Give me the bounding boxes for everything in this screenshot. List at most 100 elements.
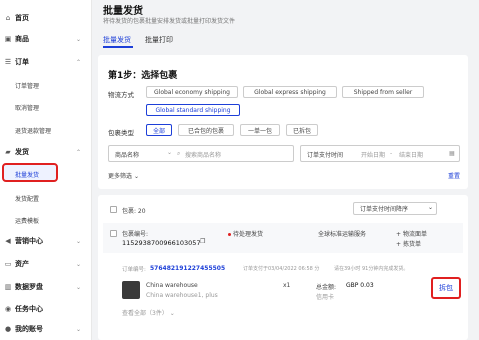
- package-type-merged[interactable]: 已合包的包裹: [178, 124, 234, 136]
- view-all-label: 查看全部（3件）: [122, 310, 168, 317]
- view-all-items-link[interactable]: 查看全部（3件） ⌄: [122, 308, 175, 317]
- product-search-group: 商品名称 ⌄ ⌕ 搜索商品名称: [108, 145, 294, 162]
- sidebar-subitem-batch-ship[interactable]: 批量发货: [15, 170, 39, 179]
- search-field-select[interactable]: 商品名称: [115, 150, 139, 159]
- sidebar-item-label: 我的账号: [15, 325, 43, 333]
- date-range-label: 订单支付时间: [307, 152, 344, 159]
- sidebar-subitem-order-manage[interactable]: 订单管理: [15, 81, 39, 90]
- chevron-down-icon: ⌄: [76, 237, 82, 245]
- copy-icon[interactable]: ❐: [200, 238, 205, 245]
- package-count: 包裹: 20: [122, 208, 146, 215]
- plus-icon: +: [396, 241, 403, 248]
- box-icon: ▣: [4, 35, 12, 43]
- search-icon: ⌕: [177, 150, 181, 157]
- picking-list-link[interactable]: + 拣货单: [396, 239, 421, 248]
- split-package-button[interactable]: 拆包: [431, 277, 461, 299]
- chevron-down-icon: ⌄: [76, 283, 82, 291]
- logistics-option-seller[interactable]: Shipped from seller: [342, 86, 424, 98]
- package-list-card: 包裹: 20 订单支付时间降序 ⌄ 包裹编号: 1152938700966103…: [98, 195, 468, 340]
- more-filters-link[interactable]: 更多筛选 ⌄: [108, 171, 139, 180]
- chevron-up-icon: ⌃: [76, 58, 82, 66]
- sidebar-subitem-cancel-manage[interactable]: 取消管理: [15, 103, 39, 112]
- megaphone-icon: ◀: [5, 237, 11, 245]
- status-badge: 待处理发货: [228, 229, 263, 238]
- package-type-label: 包裹类型: [108, 129, 134, 137]
- date-range-separator: -: [390, 150, 393, 157]
- sidebar-item-shipping[interactable]: ▰ 发货 ⌃: [0, 145, 92, 159]
- page-title: 批量发货: [103, 6, 143, 17]
- tab-batch-ship[interactable]: 批量发货: [103, 35, 131, 45]
- sidebar-item-label: 资产: [15, 260, 29, 268]
- product-name: China warehouse: [146, 282, 198, 289]
- sidebar-item-label: 订单: [15, 58, 29, 66]
- sidebar-subitem-return-manage[interactable]: 退货退款管理: [15, 126, 51, 135]
- truck-icon: ▰: [5, 148, 11, 156]
- sidebar-item-home[interactable]: ⌂ 首页: [0, 11, 92, 25]
- logistics-option-economy[interactable]: Global economy shipping: [146, 86, 238, 98]
- sidebar-item-marketing[interactable]: ◀ 营销中心 ⌄: [0, 234, 92, 248]
- home-icon: ⌂: [5, 14, 11, 22]
- sidebar-item-orders[interactable]: ☰ 订单 ⌃: [0, 55, 92, 69]
- list-icon: ☰: [4, 58, 12, 66]
- chevron-down-icon: ⌄: [76, 325, 82, 333]
- shipping-service: 全球标准运输服务: [318, 231, 367, 238]
- filter-card: 第1步：选择包裹 物流方式 Global economy shipping Gl…: [98, 55, 468, 189]
- sidebar-item-task-center[interactable]: ◉ 任务中心: [0, 302, 92, 316]
- picking-list-text: 拣货单: [402, 241, 421, 248]
- package-type-split[interactable]: 已拆包: [286, 124, 318, 136]
- user-icon: ●: [4, 325, 12, 333]
- logistics-option-express[interactable]: Global express shipping: [243, 86, 337, 98]
- sidebar-item-products[interactable]: ▣ 商品 ⌄: [0, 32, 92, 46]
- order-id-link[interactable]: 576482191227455505: [150, 265, 225, 272]
- sidebar-item-label: 任务中心: [15, 305, 43, 313]
- calendar-icon: ▦: [449, 150, 455, 157]
- sidebar: ⌂ 首页 ▣ 商品 ⌄ ☰ 订单 ⌃ 订单管理 取消管理 退货退款管理 ▰ 发货…: [0, 0, 92, 340]
- tab-active-indicator: [103, 46, 133, 48]
- search-input[interactable]: 搜索商品名称: [185, 150, 221, 159]
- select-all-checkbox[interactable]: [110, 206, 117, 213]
- total-amount-value: GBP 0.03: [346, 282, 374, 289]
- product-thumbnail: [122, 281, 140, 299]
- chevron-down-icon: ⌄: [76, 35, 82, 43]
- sidebar-item-label: 数据罗盘: [15, 283, 43, 291]
- sidebar-item-assets[interactable]: ▭ 资产 ⌄: [0, 257, 92, 271]
- plus-icon: +: [396, 231, 403, 238]
- more-filters-label: 更多筛选: [108, 173, 133, 180]
- sidebar-item-data-compass[interactable]: ▥ 数据罗盘 ⌄: [0, 280, 92, 294]
- order-id-label: 订单编号:: [122, 267, 146, 273]
- step-title: 第1步：选择包裹: [108, 71, 178, 81]
- shipping-label-text: 物流面单: [402, 231, 427, 238]
- status-dot: [228, 233, 231, 236]
- sidebar-subitem-ship-config[interactable]: 发货配置: [15, 194, 39, 203]
- chevron-down-icon: ⌄: [167, 149, 173, 156]
- sidebar-item-label: 首页: [15, 14, 29, 22]
- end-date-input[interactable]: 结束日期: [399, 150, 423, 159]
- main-content: 批量发货 将待发货的包裹批量安排发货或批量打印发货文件 批量发货 批量打印 第1…: [93, 0, 479, 340]
- package-checkbox[interactable]: [110, 230, 117, 237]
- status-text: 待处理发货: [233, 231, 264, 238]
- package-header: [103, 223, 463, 253]
- order-paid-time: 订单支付于03/04/2022 06:58 分: [243, 266, 320, 272]
- product-variant: China warehouse1, plus: [146, 292, 218, 299]
- tab-batch-print[interactable]: 批量打印: [145, 35, 173, 45]
- page-subtitle: 将待发货的包裹批量安排发货或批量打印发货文件: [103, 18, 236, 25]
- package-id: 1152938700966103057: [122, 239, 201, 247]
- shipping-label-link[interactable]: + 物流面单: [396, 229, 427, 238]
- sort-select[interactable]: 订单支付时间降序: [353, 202, 437, 215]
- total-amount-label: 总金额:: [316, 284, 337, 291]
- sidebar-item-label: 营销中心: [15, 237, 43, 245]
- product-quantity: x1: [283, 282, 291, 289]
- package-id-label: 包裹编号:: [122, 231, 149, 238]
- reset-link[interactable]: 重置: [448, 171, 460, 180]
- payment-method: 信用卡: [316, 294, 335, 301]
- chevron-up-icon: ⌃: [76, 148, 82, 156]
- sidebar-subitem-freight-template[interactable]: 运费模板: [15, 216, 39, 225]
- package-type-single[interactable]: 一单一包: [240, 124, 280, 136]
- package-type-all[interactable]: 全部: [146, 124, 172, 136]
- logistics-label: 物流方式: [108, 91, 134, 99]
- start-date-input[interactable]: 开始日期: [361, 150, 385, 159]
- sidebar-item-label: 商品: [15, 35, 29, 43]
- sidebar-item-my-account[interactable]: ● 我的账号 ⌄: [0, 322, 92, 336]
- logistics-option-standard[interactable]: Global standard shipping: [146, 104, 240, 116]
- chevron-down-icon: ⌄: [169, 310, 175, 317]
